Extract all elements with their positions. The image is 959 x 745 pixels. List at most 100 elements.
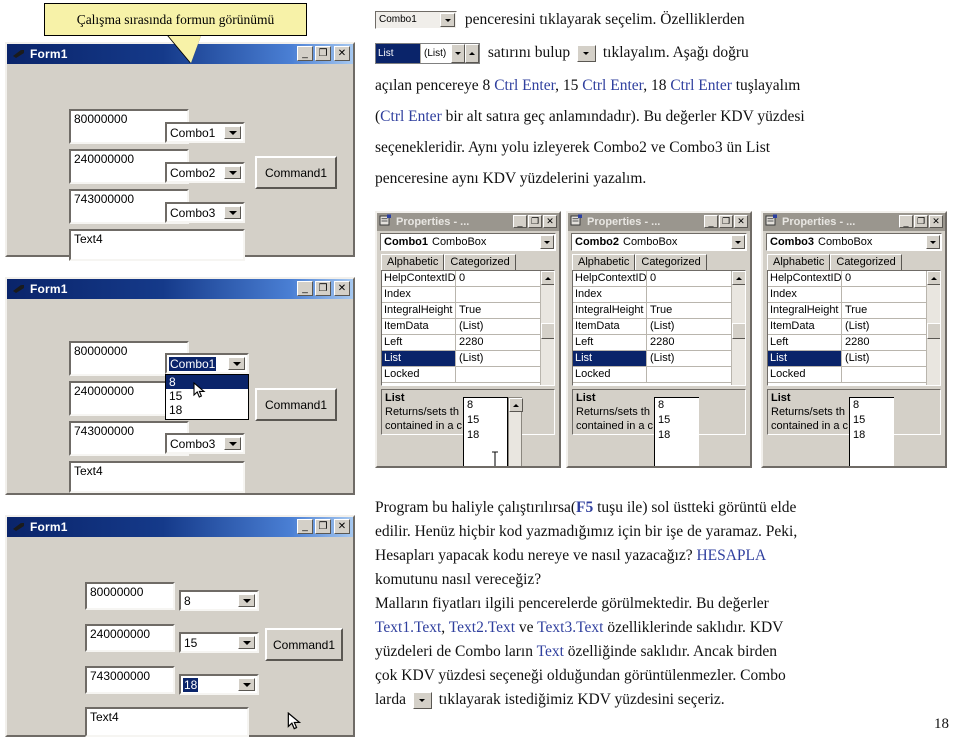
inline-list-property-row[interactable]: List (List) — [375, 42, 480, 64]
combo-3[interactable]: Combo3 — [165, 433, 245, 454]
textbox-price-1[interactable]: 80000000 — [85, 582, 175, 610]
list-editor-popup-2[interactable]: 8 15 18 — [654, 397, 699, 466]
minimize-icon[interactable]: _ — [899, 215, 913, 228]
dropdown-item[interactable]: 15 — [166, 389, 248, 403]
combo-3-dropdown-icon[interactable] — [224, 437, 241, 450]
combo-2-dropdown-icon[interactable] — [238, 636, 255, 649]
list-popup-item[interactable]: 18 — [850, 428, 894, 443]
property-row[interactable]: IntegralHeight True — [768, 303, 940, 319]
maximize-icon[interactable]: ❐ — [315, 46, 331, 61]
combo-1-dropdown-icon[interactable] — [224, 126, 241, 139]
scroll-up-icon[interactable] — [509, 398, 523, 412]
properties-scrollbar-1[interactable] — [540, 271, 554, 385]
textbox-price-3[interactable]: 743000000 — [85, 666, 175, 694]
combo-3[interactable]: Combo3 — [165, 202, 245, 223]
combo-1-dropdown-list[interactable]: 8 15 18 — [165, 374, 249, 420]
textbox-total-4[interactable]: Text4 — [85, 707, 249, 737]
property-row[interactable]: Locked — [768, 367, 940, 383]
properties-object-selector-1[interactable]: Combo1 ComboBox — [380, 233, 556, 251]
property-row[interactable]: Index — [768, 287, 940, 303]
property-row[interactable]: Left 2280 — [768, 335, 940, 351]
combo-2-dropdown-icon[interactable] — [224, 166, 241, 179]
scroll-up-icon[interactable] — [541, 271, 554, 285]
close-icon[interactable]: ✕ — [734, 215, 748, 228]
list-editor-popup-3[interactable]: 8 15 18 — [849, 397, 894, 466]
object-dropdown-icon[interactable] — [926, 235, 940, 249]
minimize-icon[interactable]: _ — [297, 519, 313, 534]
maximize-icon[interactable]: ❐ — [528, 215, 542, 228]
scroll-up-icon[interactable] — [927, 271, 940, 285]
combo-1-open[interactable]: Combo1 — [165, 353, 249, 374]
minimize-icon[interactable]: _ — [513, 215, 527, 228]
combo-2[interactable]: 15 — [179, 632, 259, 653]
tab-alphabetic[interactable]: Alphabetic — [767, 254, 831, 270]
list-popup-item[interactable]: 8 — [655, 398, 699, 413]
properties-object-selector-3[interactable]: Combo3 ComboBox — [766, 233, 942, 251]
list-popup-item[interactable]: 18 — [464, 428, 507, 443]
combo-1[interactable]: Combo1 — [165, 122, 245, 143]
tab-categorized[interactable]: Categorized — [635, 254, 707, 270]
command-button-1[interactable]: Command1 — [255, 388, 337, 421]
inline-combo-widget[interactable]: Combo1 — [375, 11, 457, 30]
property-row[interactable]: ItemData (List) — [573, 319, 745, 335]
inline-dropdown-button-icon[interactable] — [576, 44, 596, 62]
list-popup-item[interactable]: 15 — [655, 413, 699, 428]
scroll-thumb[interactable] — [732, 323, 745, 339]
close-icon[interactable]: ✕ — [334, 519, 350, 534]
tab-categorized[interactable]: Categorized — [444, 254, 516, 270]
maximize-icon[interactable]: ❐ — [315, 519, 331, 534]
textbox-price-2[interactable]: 240000000 — [85, 624, 175, 652]
command-button-1[interactable]: Command1 — [255, 156, 337, 189]
maximize-icon[interactable]: ❐ — [914, 215, 928, 228]
property-row[interactable]: HelpContextID 0 — [768, 271, 940, 287]
tab-categorized[interactable]: Categorized — [830, 254, 902, 270]
combo-1-dropdown-icon[interactable] — [238, 594, 255, 607]
list-editor-popup-1[interactable]: 8 15 18 — [463, 397, 508, 466]
list-popup-item[interactable]: 18 — [655, 428, 699, 443]
combo-3-dropdown-icon[interactable] — [224, 206, 241, 219]
property-row[interactable]: Left 2280 — [382, 335, 554, 351]
property-row[interactable]: IntegralHeight True — [573, 303, 745, 319]
close-icon[interactable]: ✕ — [543, 215, 557, 228]
property-row-selected[interactable]: List (List) — [382, 351, 554, 367]
close-icon[interactable]: ✕ — [334, 46, 350, 61]
property-row[interactable]: HelpContextID 0 — [573, 271, 745, 287]
inline-combo-dropdown-icon[interactable] — [440, 13, 455, 28]
property-row[interactable]: HelpContextID 0 — [382, 271, 554, 287]
tab-alphabetic[interactable]: Alphabetic — [572, 254, 636, 270]
combo-1-dropdown-icon[interactable] — [228, 357, 245, 370]
combo-3-dropdown-icon[interactable] — [238, 678, 255, 691]
property-row[interactable]: Locked — [382, 367, 554, 383]
command-button-1[interactable]: Command1 — [265, 628, 343, 661]
minimize-icon[interactable]: _ — [704, 215, 718, 228]
property-row[interactable]: Locked — [573, 367, 745, 383]
property-row[interactable]: IntegralHeight True — [382, 303, 554, 319]
list-popup-item[interactable]: 8 — [464, 398, 507, 413]
inline-list-up-icon[interactable] — [465, 43, 479, 63]
scroll-up-icon[interactable] — [732, 271, 745, 285]
textbox-total-4[interactable]: Text4 — [69, 229, 245, 261]
property-row[interactable]: Index — [573, 287, 745, 303]
object-dropdown-icon[interactable] — [731, 235, 745, 249]
property-row[interactable]: Index — [382, 287, 554, 303]
property-row-selected[interactable]: List (List) — [573, 351, 745, 367]
close-icon[interactable]: ✕ — [929, 215, 943, 228]
list-popup-item[interactable]: 15 — [464, 413, 507, 428]
object-dropdown-icon[interactable] — [540, 235, 554, 249]
list-popup-item[interactable]: 8 — [850, 398, 894, 413]
properties-scrollbar-3[interactable] — [926, 271, 940, 385]
textbox-total-4[interactable]: Text4 — [69, 461, 245, 493]
combo-1[interactable]: 8 — [179, 590, 259, 611]
minimize-icon[interactable]: _ — [297, 281, 313, 296]
property-row-selected[interactable]: List (List) — [768, 351, 940, 367]
combo-3[interactable]: 18 — [179, 674, 259, 695]
list-editor-scrollbar-1[interactable] — [508, 397, 523, 466]
inline-dropdown-button-icon-2[interactable] — [412, 691, 432, 709]
inline-list-dropdown-icon[interactable] — [451, 43, 465, 63]
maximize-icon[interactable]: ❐ — [315, 281, 331, 296]
list-popup-item[interactable]: 15 — [850, 413, 894, 428]
dropdown-item[interactable]: 18 — [166, 403, 248, 417]
property-row[interactable]: ItemData (List) — [768, 319, 940, 335]
maximize-icon[interactable]: ❐ — [719, 215, 733, 228]
scroll-thumb[interactable] — [541, 323, 554, 339]
